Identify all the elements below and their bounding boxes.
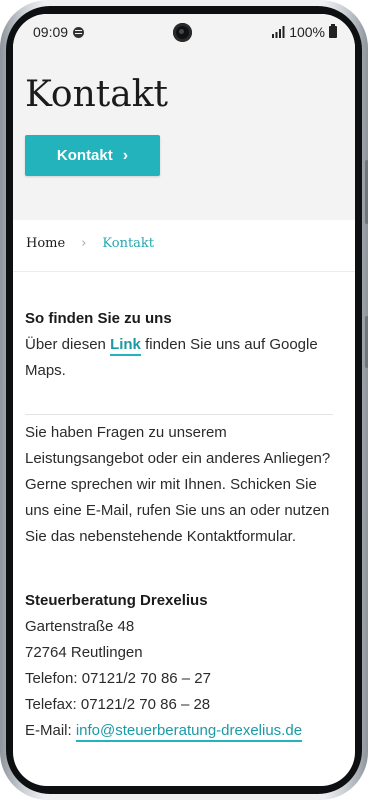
breadcrumb-home-link[interactable]: Home — [26, 236, 65, 251]
kontakt-button[interactable]: Kontakt › — [25, 135, 160, 176]
company-name: Steuerberatung Drexelius — [25, 592, 208, 609]
breadcrumb-current: Kontakt — [102, 236, 155, 251]
find-us-text-before: Über diesen — [25, 336, 111, 353]
battery-icon — [329, 24, 337, 38]
status-time: 09:09 — [33, 24, 69, 40]
fax-number: Telefax: 07121/2 70 86 – 28 — [25, 696, 211, 713]
battery-percentage: 100% — [289, 24, 325, 40]
email-link[interactable]: info@steuerberatung-drexelius.de — [75, 722, 303, 742]
phone-number: Telefon: 07121/2 70 86 – 27 — [25, 670, 211, 687]
chevron-right-icon: › — [122, 146, 129, 164]
find-us-section: So finden Sie zu uns Über diesen Link fi… — [25, 306, 333, 384]
find-us-text: Über diesen Link finden Sie uns auf Goog… — [25, 332, 333, 384]
breadcrumb: Home › Kontakt — [26, 236, 154, 251]
breadcrumb-separator-icon: › — [81, 236, 87, 251]
breadcrumb-divider — [13, 271, 355, 272]
phone-frame: 09:09 100% Kontakt Kontakt › Home › Kont… — [0, 0, 368, 800]
spotify-icon — [73, 26, 85, 38]
front-camera — [173, 23, 192, 42]
kontakt-button-label: Kontakt — [56, 147, 113, 164]
email-label: E-Mail: — [25, 722, 76, 739]
status-left: 09:09 — [33, 24, 85, 40]
google-maps-link[interactable]: Link — [110, 336, 141, 356]
address-block: Steuerberatung Drexelius Gartenstraße 48… — [25, 588, 333, 744]
status-right: 100% — [271, 24, 337, 40]
city: 72764 Reutlingen — [25, 644, 143, 661]
signal-icon — [272, 26, 285, 38]
street: Gartenstraße 48 — [25, 618, 135, 635]
find-us-heading: So finden Sie zu uns — [25, 310, 172, 327]
page-title: Kontakt — [25, 74, 168, 115]
section-divider — [25, 414, 333, 415]
screen: 09:09 100% Kontakt Kontakt › Home › Kont… — [13, 14, 355, 786]
hero-section: Kontakt Kontakt › — [13, 50, 355, 220]
questions-paragraph: Sie haben Fragen zu unserem Leistungsang… — [25, 424, 331, 545]
email-line: E-Mail: info@steuerberatung-drexelius.de — [25, 718, 333, 744]
